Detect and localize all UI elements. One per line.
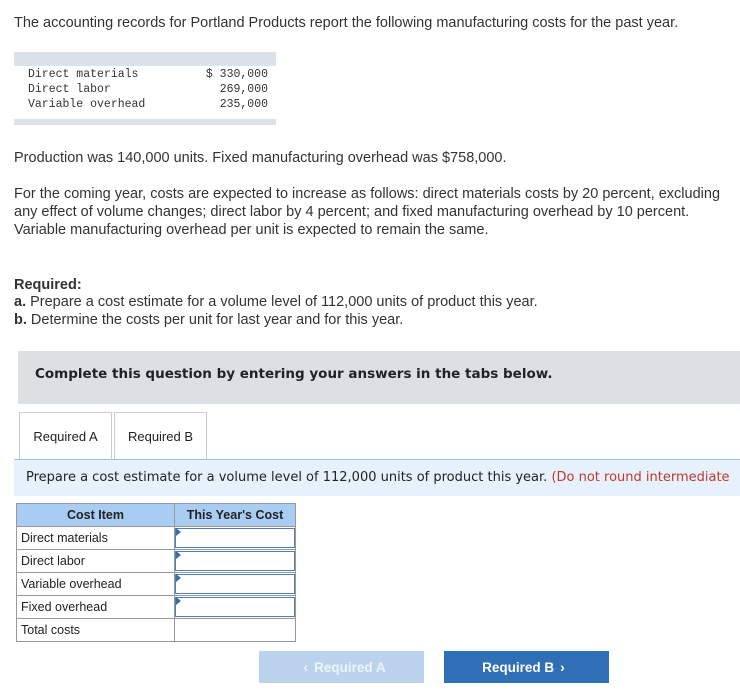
instruction-bar: Complete this question by entering your … xyxy=(18,351,740,404)
forecast-text: For the coming year, costs are expected … xyxy=(14,186,721,238)
required-a: a. Prepare a cost estimate for a volume … xyxy=(14,293,538,311)
cost-value: 235,000 xyxy=(219,98,268,111)
row-label-direct-labor: Direct labor xyxy=(16,549,175,573)
chevron-right-icon: › xyxy=(560,659,565,675)
table-row: Direct materials xyxy=(16,526,296,550)
fixed-overhead-input[interactable] xyxy=(175,597,295,617)
required-b-text: Determine the costs per unit for last ye… xyxy=(26,312,404,328)
required-a-text: Prepare a cost estimate for a volume lev… xyxy=(26,294,538,310)
cost-row: Variable overhead 235,000 xyxy=(28,97,268,112)
variable-overhead-input[interactable] xyxy=(175,574,295,594)
row-label-variable-overhead: Variable overhead xyxy=(16,572,175,596)
direct-labor-input[interactable] xyxy=(175,551,295,571)
cost-row: Direct labor 269,000 xyxy=(28,82,268,97)
required-b-label: b. xyxy=(14,312,27,328)
required-b: b. Determine the costs per unit for last… xyxy=(14,311,403,329)
total-costs-cell xyxy=(174,618,296,642)
prompt-bar: Prepare a cost estimate for a volume lev… xyxy=(14,460,740,496)
input-cell xyxy=(174,572,296,596)
input-cell xyxy=(174,549,296,573)
production-text: Production was 140,000 units. Fixed manu… xyxy=(14,150,507,166)
input-marker-icon xyxy=(176,574,181,582)
direct-materials-input[interactable] xyxy=(175,528,295,548)
prev-required-a-button[interactable]: ‹ Required A xyxy=(259,651,424,683)
prompt-note: (Do not round intermediate xyxy=(551,470,730,485)
required-a-label: a. xyxy=(14,294,27,310)
table-row: Direct labor xyxy=(16,549,296,573)
cost-label: Direct materials xyxy=(28,68,139,81)
row-label-total-costs: Total costs xyxy=(16,618,175,642)
table-row: Fixed overhead xyxy=(16,595,296,619)
row-label-fixed-overhead: Fixed overhead xyxy=(16,595,175,619)
cost-row: Direct materials $ 330,000 xyxy=(28,67,268,82)
input-marker-icon xyxy=(176,597,181,605)
input-marker-icon xyxy=(176,528,181,536)
prompt-text: Prepare a cost estimate for a volume lev… xyxy=(26,470,548,485)
cost-value: $ 330,000 xyxy=(205,68,268,81)
input-cell xyxy=(174,526,296,550)
header-cost-item: Cost Item xyxy=(16,503,175,527)
cost-estimate-table: Cost Item This Year's Cost Direct materi… xyxy=(16,503,296,642)
input-marker-icon xyxy=(176,551,181,559)
instruction-text: Complete this question by entering your … xyxy=(35,366,553,382)
required-heading: Required: xyxy=(14,277,82,293)
chevron-left-icon: ‹ xyxy=(303,659,309,675)
tab-required-b[interactable]: Required B xyxy=(114,412,207,459)
prev-button-label: Required A xyxy=(314,660,386,675)
intro-text: The accounting records for Portland Prod… xyxy=(14,15,679,31)
next-button-label: Required B xyxy=(482,660,555,675)
cost-label: Direct labor xyxy=(28,83,111,96)
table-row: Total costs xyxy=(16,618,296,642)
cost-label: Variable overhead xyxy=(28,98,146,111)
cost-value: 269,000 xyxy=(219,83,268,96)
header-this-years-cost: This Year's Cost xyxy=(174,503,296,527)
table-row: Variable overhead xyxy=(16,572,296,596)
input-cell xyxy=(174,595,296,619)
row-label-direct-materials: Direct materials xyxy=(16,526,175,550)
tab-required-a[interactable]: Required A xyxy=(19,412,112,459)
next-required-b-button[interactable]: Required B › xyxy=(444,651,609,683)
cost-data-box: Direct materials $ 330,000 Direct labor … xyxy=(14,52,276,125)
table-header-row: Cost Item This Year's Cost xyxy=(16,503,296,527)
